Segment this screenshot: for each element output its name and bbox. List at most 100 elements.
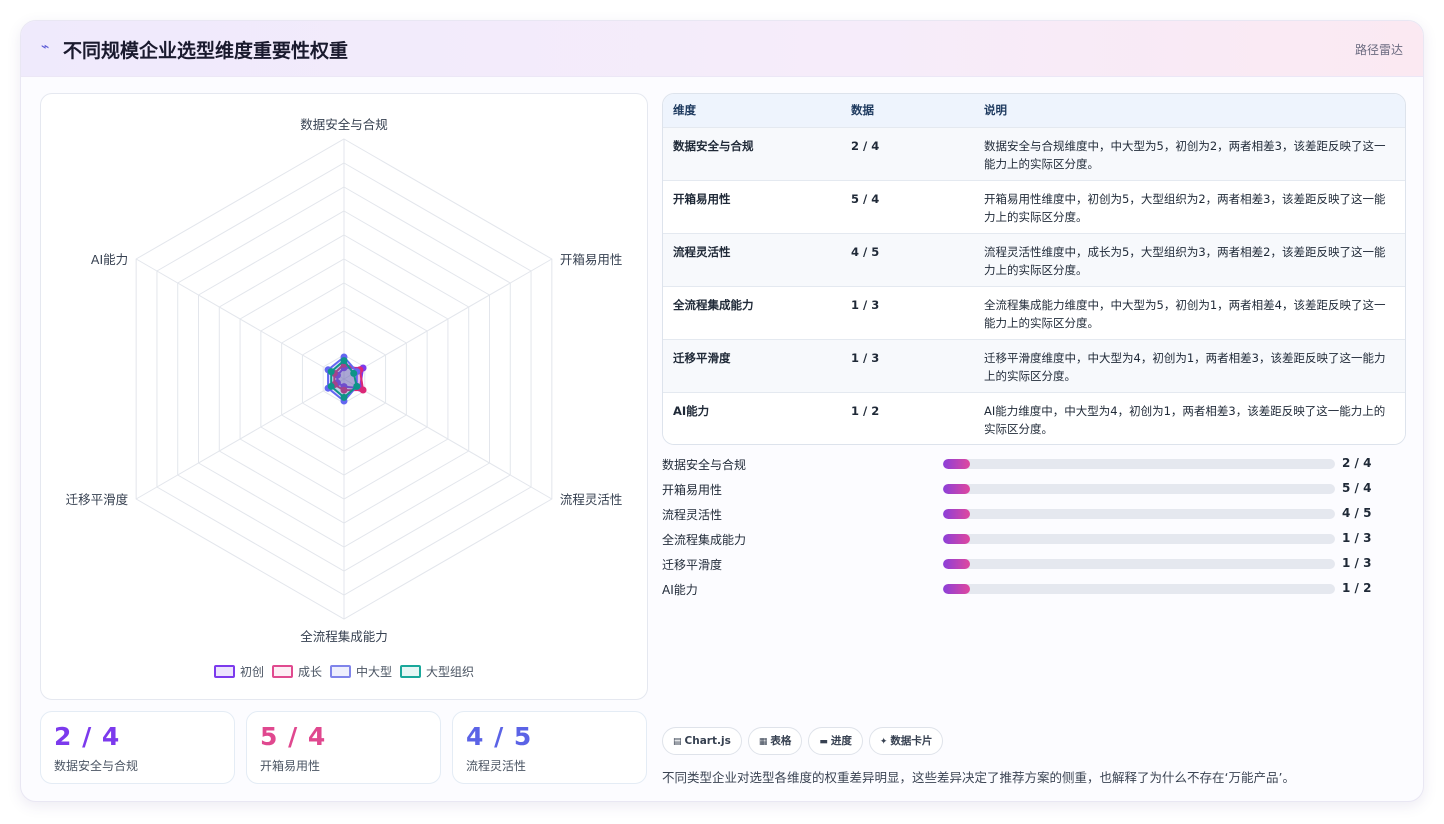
progress-label: 全流程集成能力 [662,533,747,547]
progress-label: 流程灵活性 [662,508,723,522]
page-title: 不同规模企业选型维度重要性权重 [63,40,349,62]
progress-row: 迁移平滑度 1 / 3 [662,555,1406,580]
progress-row: AI能力 1 / 2 [662,580,1406,605]
header-bar: ⌁ 不同规模企业选型维度重要性权重 路径雷达 [21,21,1423,77]
chip-sparkle[interactable]: ✦ 数据卡片 [868,727,944,755]
stat-value: 5 / 4 [260,722,327,751]
legend-label: 成长 [297,665,322,679]
radar-axis-label: 全流程集成能力 [300,629,388,644]
progress-track [943,534,1335,544]
lightning-icon: ⌁ [41,39,50,55]
radar-point[interactable] [340,357,348,365]
chart-icon: ▤ [673,737,682,747]
progress-value: 4 / 5 [1342,506,1372,520]
radar-chart-panel: 数据安全与合规 开箱易用性 流程灵活性 全流程集成能力 迁移平滑度 AI能力 初创 成长 中大… [40,93,648,700]
stat-value: 4 / 5 [466,722,533,751]
stat-value: 2 / 4 [54,722,121,751]
chart-legend: 初创 成长 中大型 大型组织 [41,663,647,680]
progress-list: 数据安全与合规 2 / 4 开箱易用性 5 / 4 流程灵活性 4 / 5 全流程集成能力 1… [662,455,1406,605]
legend-item[interactable]: 初创 [213,663,264,680]
progress-track [943,584,1335,594]
progress-value: 1 / 2 [1342,581,1372,595]
progress-label: AI能力 [662,583,698,597]
progress-track [943,559,1335,569]
table-row[interactable]: AI能力 1 / 2 AI能力维度中，中大型为4，初创为1，两者相差3，该差距反… [663,392,1405,444]
table-row[interactable]: 数据安全与合规 2 / 4 数据安全与合规维度中，中大型为5，初创为2，两者相差… [663,127,1405,180]
cell-value: 2 / 4 [851,138,880,153]
chip-label: 进度 [830,735,852,747]
progress-value: 2 / 4 [1342,456,1372,470]
table-row[interactable]: 迁移平滑度 1 / 3 迁移平滑度维度中，中大型为4，初创为1，两者相差3，该差… [663,339,1405,392]
progress-track [943,459,1335,469]
table-row[interactable]: 开箱易用性 5 / 4 开箱易用性维度中，初创为5，大型组织为2，两者相差3，该… [663,180,1405,233]
stat-card-1: 2 / 4 数据安全与合规 [40,711,235,784]
legend-label: 大型组织 [426,665,475,679]
legend-label: 中大型 [356,665,393,679]
chip-table[interactable]: ▦ 表格 [747,727,803,755]
cell-dimension: 迁移平滑度 [673,350,731,365]
dashboard-card: ⌁ 不同规模企业选型维度重要性权重 路径雷达 数据安全与合规 开箱易用性 流程灵活性… [20,20,1424,802]
cell-value: 1 / 3 [851,350,880,365]
route-label[interactable]: 路径雷达 [1355,41,1403,58]
legend-item[interactable]: 中大型 [330,663,392,680]
radar-point[interactable] [327,368,335,376]
radar-chart: 数据安全与合规开箱易用性流程灵活性全流程集成能力 迁移平滑度 AI能力 [66,117,623,644]
radar-point[interactable] [350,369,358,377]
stat-label: 流程灵活性 [466,759,527,773]
progress-fill [943,459,971,469]
progress-row: 全流程集成能力 1 / 3 [662,530,1406,555]
legend-item[interactable]: 大型组织 [400,663,474,680]
cell-value: 4 / 5 [851,244,880,259]
table-row[interactable]: 流程灵活性 4 / 5 流程灵活性维度中，成长为5，大型组织为3，两者相差2，该… [663,233,1405,286]
cell-description: AI能力维度中，中大型为4，初创为1，两者相差3，该差距反映了这一能力上的实际区… [984,403,1386,436]
chip-label: 表格 [770,735,792,747]
radar-axis-label: 迁移平滑度 [66,492,129,507]
stat-card-3: 4 / 5 流程灵活性 [452,711,647,784]
legend-swatch [330,665,351,678]
progress-value: 1 / 3 [1342,531,1372,545]
radar-point[interactable] [327,382,335,390]
cell-dimension: 数据安全与合规 [673,138,754,153]
radar-point[interactable] [353,382,361,390]
sparkle-icon: ✦ [879,737,888,747]
column-header-description[interactable]: 说明 [974,94,1405,127]
cell-description: 迁移平滑度维度中，中大型为4，初创为1，两者相差3，该差距反映了这一能力上的实际… [984,350,1386,383]
radar-axis-label: AI能力 [91,252,128,267]
radar-point[interactable] [340,393,348,401]
radar-axis-label: 流程灵活性 [560,492,623,507]
cell-dimension: 开箱易用性 [673,191,731,206]
cell-value: 1 / 3 [851,297,880,312]
cell-value: 1 / 2 [851,403,880,418]
progress-fill [943,534,971,544]
radar-point[interactable] [359,386,367,394]
progress-row: 流程灵活性 4 / 5 [662,505,1406,530]
legend-swatch [271,665,293,678]
column-header-dimension[interactable]: 维度 [663,94,841,127]
legend-label: 初创 [239,665,264,679]
progress-label: 数据安全与合规 [662,458,747,472]
footnote-text: 不同类型企业对选型各维度的权重差异明显，这些差异决定了推荐方案的侧重，也解释了为… [662,770,1295,785]
legend-swatch [213,665,235,678]
progress-track [943,509,1335,519]
legend-item[interactable]: 成长 [271,663,322,680]
table-row[interactable]: 全流程集成能力 1 / 3 全流程集成能力维度中，中大型为5，初创为1，两者相差… [663,286,1405,339]
dimension-table: 维度 数据 说明 数据安全与合规 2 / 4 数据安全与合规维度中，中大型为5，… [662,93,1406,445]
cell-description: 全流程集成能力维度中，中大型为5，初创为1，两者相差4，该差距反映了这一能力上的… [984,297,1386,330]
column-header-data[interactable]: 数据 [841,94,974,127]
cell-dimension: AI能力 [673,403,710,418]
table-header-row: 维度 数据 说明 [663,94,1405,127]
cell-dimension: 全流程集成能力 [673,297,754,312]
cell-description: 数据安全与合规维度中，中大型为5，初创为2，两者相差3，该差距反映了这一能力上的… [984,138,1386,171]
progress-row: 开箱易用性 5 / 4 [662,480,1406,505]
chip-chart[interactable]: ▤ Chart.js [662,727,742,755]
progress-fill [943,559,971,569]
radar-axis-label: 开箱易用性 [560,252,623,267]
progress-row: 数据安全与合规 2 / 4 [662,455,1406,480]
chip-progress[interactable]: ▬ 进度 [808,727,863,755]
progress-fill [943,584,971,594]
stat-label: 数据安全与合规 [54,759,139,773]
table-icon: ▦ [758,737,768,747]
tag-chips: ▤ Chart.js ▦ 表格 ▬ 进度 ✦ 数据卡片 [662,727,949,755]
chip-label: 数据卡片 [890,735,933,747]
progress-label: 开箱易用性 [662,483,723,497]
